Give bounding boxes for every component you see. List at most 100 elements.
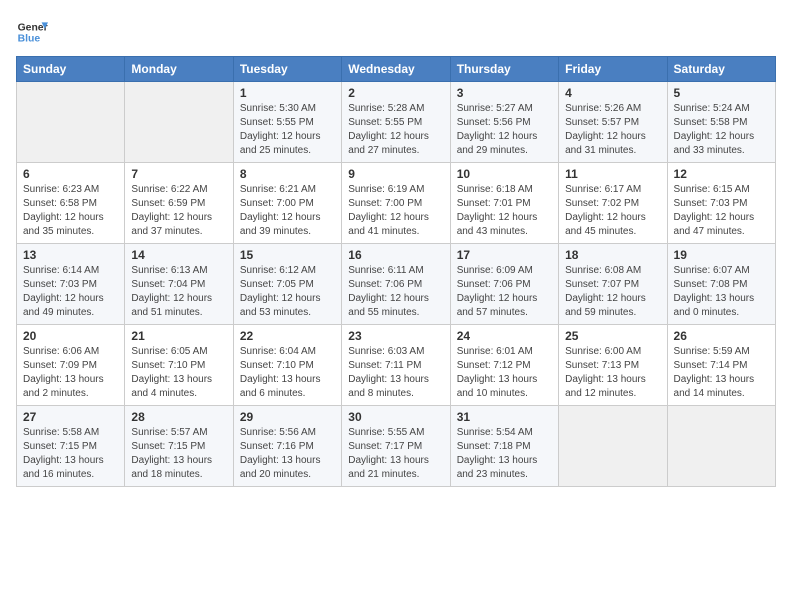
logo-icon: General Blue xyxy=(16,16,48,48)
col-wednesday: Wednesday xyxy=(342,57,450,82)
day-number: 10 xyxy=(457,167,552,181)
calendar-table: Sunday Monday Tuesday Wednesday Thursday… xyxy=(16,56,776,487)
week-row-5: 27 Sunrise: 5:58 AM Sunset: 7:15 PM Dayli… xyxy=(17,406,776,487)
calendar-cell: 2 Sunrise: 5:28 AM Sunset: 5:55 PM Daylig… xyxy=(342,82,450,163)
day-info: Sunrise: 5:59 AM Sunset: 7:14 PM Dayligh… xyxy=(674,345,769,401)
calendar-cell: 11 Sunrise: 6:17 AM Sunset: 7:02 PM Dayli… xyxy=(559,163,667,244)
day-number: 4 xyxy=(565,86,660,100)
day-number: 22 xyxy=(240,329,335,343)
calendar-body: 1 Sunrise: 5:30 AM Sunset: 5:55 PM Daylig… xyxy=(17,82,776,487)
day-info: Sunrise: 6:06 AM Sunset: 7:09 PM Dayligh… xyxy=(23,345,118,401)
calendar-cell: 9 Sunrise: 6:19 AM Sunset: 7:00 PM Daylig… xyxy=(342,163,450,244)
day-info: Sunrise: 6:13 AM Sunset: 7:04 PM Dayligh… xyxy=(131,264,226,320)
day-info: Sunrise: 5:55 AM Sunset: 7:17 PM Dayligh… xyxy=(348,426,443,482)
calendar-cell: 13Sunrise: 6:14 AM Sunset: 7:03 PM Dayli… xyxy=(17,244,125,325)
week-row-3: 13Sunrise: 6:14 AM Sunset: 7:03 PM Dayli… xyxy=(17,244,776,325)
calendar-cell: 29 Sunrise: 5:56 AM Sunset: 7:16 PM Dayli… xyxy=(233,406,341,487)
calendar-cell: 23 Sunrise: 6:03 AM Sunset: 7:11 PM Dayli… xyxy=(342,325,450,406)
day-number: 2 xyxy=(348,86,443,100)
day-number: 19 xyxy=(674,248,769,262)
day-info: Sunrise: 6:11 AM Sunset: 7:06 PM Dayligh… xyxy=(348,264,443,320)
day-number: 15 xyxy=(240,248,335,262)
calendar-cell: 28Sunrise: 5:57 AM Sunset: 7:15 PM Dayli… xyxy=(125,406,233,487)
day-number: 29 xyxy=(240,410,335,424)
day-info: Sunrise: 6:18 AM Sunset: 7:01 PM Dayligh… xyxy=(457,183,552,239)
day-number: 13 xyxy=(23,248,118,262)
day-number: 31 xyxy=(457,410,552,424)
calendar-cell: 7 Sunrise: 6:22 AM Sunset: 6:59 PM Daylig… xyxy=(125,163,233,244)
day-info: Sunrise: 6:07 AM Sunset: 7:08 PM Dayligh… xyxy=(674,264,769,320)
day-info: Sunrise: 6:15 AM Sunset: 7:03 PM Dayligh… xyxy=(674,183,769,239)
day-number: 16 xyxy=(348,248,443,262)
day-number: 1 xyxy=(240,86,335,100)
week-row-4: 20Sunrise: 6:06 AM Sunset: 7:09 PM Dayli… xyxy=(17,325,776,406)
day-info: Sunrise: 6:17 AM Sunset: 7:02 PM Dayligh… xyxy=(565,183,660,239)
day-info: Sunrise: 6:19 AM Sunset: 7:00 PM Dayligh… xyxy=(348,183,443,239)
col-monday: Monday xyxy=(125,57,233,82)
calendar-header: Sunday Monday Tuesday Wednesday Thursday… xyxy=(17,57,776,82)
day-info: Sunrise: 6:23 AM Sunset: 6:58 PM Dayligh… xyxy=(23,183,118,239)
col-thursday: Thursday xyxy=(450,57,558,82)
day-number: 9 xyxy=(348,167,443,181)
day-number: 7 xyxy=(131,167,226,181)
calendar-cell: 12 Sunrise: 6:15 AM Sunset: 7:03 PM Dayli… xyxy=(667,163,775,244)
calendar-cell xyxy=(559,406,667,487)
col-friday: Friday xyxy=(559,57,667,82)
page-header: General Blue xyxy=(16,16,776,48)
day-info: Sunrise: 6:22 AM Sunset: 6:59 PM Dayligh… xyxy=(131,183,226,239)
day-info: Sunrise: 6:03 AM Sunset: 7:11 PM Dayligh… xyxy=(348,345,443,401)
col-sunday: Sunday xyxy=(17,57,125,82)
day-number: 21 xyxy=(131,329,226,343)
calendar-cell xyxy=(125,82,233,163)
calendar-cell: 5 Sunrise: 5:24 AM Sunset: 5:58 PM Daylig… xyxy=(667,82,775,163)
calendar-cell: 15Sunrise: 6:12 AM Sunset: 7:05 PM Dayli… xyxy=(233,244,341,325)
calendar-cell: 19 Sunrise: 6:07 AM Sunset: 7:08 PM Dayli… xyxy=(667,244,775,325)
calendar-cell: 31Sunrise: 5:54 AM Sunset: 7:18 PM Dayli… xyxy=(450,406,558,487)
calendar-cell: 30 Sunrise: 5:55 AM Sunset: 7:17 PM Dayli… xyxy=(342,406,450,487)
calendar-cell: 10 Sunrise: 6:18 AM Sunset: 7:01 PM Dayli… xyxy=(450,163,558,244)
day-number: 6 xyxy=(23,167,118,181)
week-row-2: 6 Sunrise: 6:23 AM Sunset: 6:58 PM Daylig… xyxy=(17,163,776,244)
day-number: 12 xyxy=(674,167,769,181)
calendar-cell xyxy=(667,406,775,487)
calendar-cell: 4 Sunrise: 5:26 AM Sunset: 5:57 PM Daylig… xyxy=(559,82,667,163)
day-number: 26 xyxy=(674,329,769,343)
day-number: 17 xyxy=(457,248,552,262)
calendar-cell: 20Sunrise: 6:06 AM Sunset: 7:09 PM Dayli… xyxy=(17,325,125,406)
calendar-cell: 26 Sunrise: 5:59 AM Sunset: 7:14 PM Dayli… xyxy=(667,325,775,406)
svg-text:Blue: Blue xyxy=(18,34,41,45)
day-info: Sunrise: 5:27 AM Sunset: 5:56 PM Dayligh… xyxy=(457,102,552,158)
calendar-cell: 6 Sunrise: 6:23 AM Sunset: 6:58 PM Daylig… xyxy=(17,163,125,244)
day-number: 30 xyxy=(348,410,443,424)
day-info: Sunrise: 6:09 AM Sunset: 7:06 PM Dayligh… xyxy=(457,264,552,320)
calendar-cell: 8 Sunrise: 6:21 AM Sunset: 7:00 PM Daylig… xyxy=(233,163,341,244)
day-number: 14 xyxy=(131,248,226,262)
day-number: 23 xyxy=(348,329,443,343)
day-number: 8 xyxy=(240,167,335,181)
day-info: Sunrise: 6:00 AM Sunset: 7:13 PM Dayligh… xyxy=(565,345,660,401)
day-info: Sunrise: 5:30 AM Sunset: 5:55 PM Dayligh… xyxy=(240,102,335,158)
day-info: Sunrise: 5:26 AM Sunset: 5:57 PM Dayligh… xyxy=(565,102,660,158)
col-saturday: Saturday xyxy=(667,57,775,82)
day-number: 18 xyxy=(565,248,660,262)
day-number: 11 xyxy=(565,167,660,181)
day-number: 3 xyxy=(457,86,552,100)
day-info: Sunrise: 5:56 AM Sunset: 7:16 PM Dayligh… xyxy=(240,426,335,482)
day-info: Sunrise: 6:04 AM Sunset: 7:10 PM Dayligh… xyxy=(240,345,335,401)
calendar-cell: 24Sunrise: 6:01 AM Sunset: 7:12 PM Dayli… xyxy=(450,325,558,406)
header-row: Sunday Monday Tuesday Wednesday Thursday… xyxy=(17,57,776,82)
day-info: Sunrise: 5:58 AM Sunset: 7:15 PM Dayligh… xyxy=(23,426,118,482)
day-number: 24 xyxy=(457,329,552,343)
calendar-cell: 17 Sunrise: 6:09 AM Sunset: 7:06 PM Dayli… xyxy=(450,244,558,325)
calendar-cell: 25 Sunrise: 6:00 AM Sunset: 7:13 PM Dayli… xyxy=(559,325,667,406)
day-number: 25 xyxy=(565,329,660,343)
day-info: Sunrise: 5:28 AM Sunset: 5:55 PM Dayligh… xyxy=(348,102,443,158)
day-info: Sunrise: 6:05 AM Sunset: 7:10 PM Dayligh… xyxy=(131,345,226,401)
col-tuesday: Tuesday xyxy=(233,57,341,82)
calendar-cell: 22 Sunrise: 6:04 AM Sunset: 7:10 PM Dayli… xyxy=(233,325,341,406)
day-info: Sunrise: 5:24 AM Sunset: 5:58 PM Dayligh… xyxy=(674,102,769,158)
calendar-cell: 18Sunrise: 6:08 AM Sunset: 7:07 PM Dayli… xyxy=(559,244,667,325)
day-info: Sunrise: 6:21 AM Sunset: 7:00 PM Dayligh… xyxy=(240,183,335,239)
day-number: 5 xyxy=(674,86,769,100)
day-number: 27 xyxy=(23,410,118,424)
